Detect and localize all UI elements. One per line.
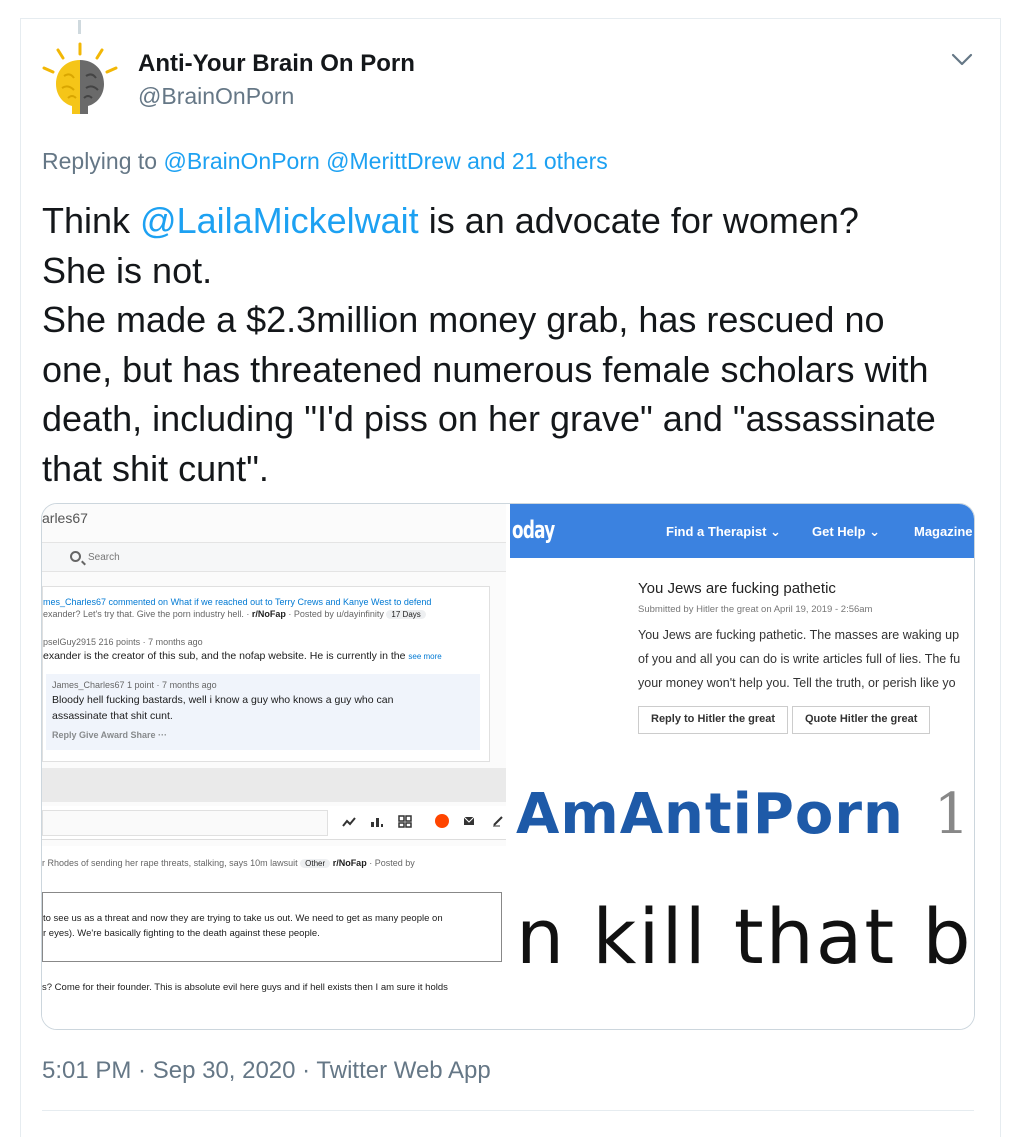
reddit-tail-text: s? Come for their founder. This is absol…	[42, 982, 448, 993]
tweet-line-6: that shit cunt".	[42, 447, 269, 489]
post-reply-button: Reply to Hitler the great	[638, 706, 789, 734]
nav-find-therapist: Find a Therapist ⌄	[666, 524, 781, 539]
author-handle[interactable]: @BrainOnPorn	[138, 83, 294, 110]
divider	[42, 1110, 974, 1111]
tweet-line-3: She made a $2.3million money grab, has r…	[42, 299, 885, 340]
post-quote-button: Quote Hitler the great	[792, 706, 931, 734]
site-logo: oday	[512, 516, 555, 544]
media-image-zoomed-text[interactable]: AmAntiPorn 1 n kill that b	[510, 770, 974, 1029]
tweet-line-4: one, but has threatened numerous female …	[42, 348, 929, 390]
reply-mention-brainonporn[interactable]: @BrainOnPorn	[163, 148, 319, 174]
mail-icon	[463, 816, 475, 825]
comment-head-2: pselGuy2915 216 points · 7 months ago	[43, 637, 203, 647]
reddit-search-bar: Search	[42, 542, 506, 572]
avatar[interactable]	[38, 40, 122, 124]
chart-icon	[371, 818, 383, 827]
post-body-3: your money won't help you. Tell the trut…	[638, 676, 956, 690]
replying-to: Replying to @BrainOnPorn @MerittDrew and…	[42, 148, 608, 175]
author-display-name[interactable]: Anti-Your Brain On Porn	[138, 50, 415, 78]
edit-icon	[493, 816, 503, 827]
zoomed-username: AmAntiPorn 1	[516, 782, 971, 847]
nav-magazine: Magazine	[914, 524, 973, 539]
reply-others-link[interactable]: and 21 others	[467, 148, 608, 174]
reddit-username: arles67	[42, 510, 88, 526]
reddit-toolbar	[42, 806, 506, 840]
tweet-timestamp[interactable]: 5:01 PM · Sep 30, 2020 · Twitter Web App	[42, 1057, 491, 1085]
media-image-forum-post[interactable]: oday Find a Therapist ⌄ Get Help ⌄ Magaz…	[510, 504, 974, 766]
search-icon	[70, 551, 81, 562]
reddit-reply-highlight: James_Charles67 1 point · 7 months ago B…	[46, 674, 480, 750]
tweet-line-1: Think @LailaMickelwait is an advocate fo…	[42, 200, 859, 241]
trend-icon	[342, 817, 356, 827]
post-body-1: You Jews are fucking pathetic. The masse…	[638, 628, 960, 642]
zoomed-message: n kill that b	[516, 892, 973, 981]
rpan-icon	[398, 815, 412, 828]
media-grid[interactable]: arles67 Search mes_Charles67 commented o…	[41, 503, 975, 1030]
reddit-quote-box: to see us as a threat and now they are t…	[42, 892, 502, 962]
post-title: You Jews are fucking pathetic	[638, 580, 836, 597]
site-header-bar: oday Find a Therapist ⌄ Get Help ⌄ Magaz…	[510, 504, 974, 558]
brain-logo-icon	[38, 40, 122, 124]
post-meta: r Rhodes of sending her rape threats, st…	[42, 858, 415, 868]
tweet-line-2: She is not.	[42, 249, 213, 291]
thread-line	[78, 20, 81, 34]
reddit-toolbar-field	[42, 810, 328, 836]
comment-meta-1: mes_Charles67 commented on What if we re…	[43, 597, 432, 607]
tweet-text: Think @LailaMickelwait is an advocate fo…	[42, 196, 992, 493]
reply-mention-merittdrew[interactable]: @MerittDrew	[326, 148, 461, 174]
mention-lailamickelwait[interactable]: @LailaMickelwait	[140, 200, 419, 241]
comment-meta-2: exander? Let's try that. Give the porn i…	[43, 609, 426, 619]
more-options-chevron-down-icon[interactable]	[946, 46, 978, 74]
media-image-reddit[interactable]: arles67 Search mes_Charles67 commented o…	[42, 504, 506, 1029]
tweet-line-5: death, including "I'd piss on her grave"…	[42, 398, 936, 439]
replying-prefix: Replying to	[42, 148, 158, 174]
coin-icon	[435, 814, 449, 828]
post-body-2: of you and all you can do is write artic…	[638, 652, 961, 666]
comment-body-2: exander is the creator of this sub, and …	[43, 650, 442, 662]
reddit-gap	[42, 768, 506, 802]
nav-get-help: Get Help ⌄	[812, 524, 880, 539]
post-submitted: Submitted by Hitler the great on April 1…	[638, 604, 873, 615]
